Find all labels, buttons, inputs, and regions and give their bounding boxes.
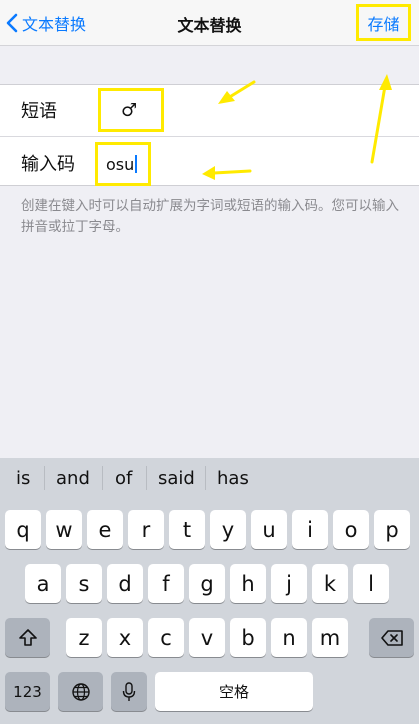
navigation-bar: 文本替换 文本替换 存储 [0, 0, 419, 46]
chevron-left-icon [6, 13, 18, 33]
key-z[interactable]: z [66, 618, 102, 657]
key-t[interactable]: t [169, 510, 205, 549]
key-m[interactable]: m [312, 618, 348, 657]
key-o[interactable]: o [333, 510, 369, 549]
key-k[interactable]: k [312, 564, 348, 603]
key-c[interactable]: c [148, 618, 184, 657]
text-replacement-form: 短语 ♂ 输入码 osu [0, 84, 419, 186]
key-d[interactable]: d [107, 564, 143, 603]
globe-icon [71, 682, 90, 701]
predictive-suggestion-bar: is and of said has [0, 458, 419, 498]
suggestion-item[interactable]: has [217, 468, 249, 489]
globe-key[interactable] [58, 672, 103, 711]
key-u[interactable]: u [251, 510, 287, 549]
shortcut-field[interactable]: osu [95, 142, 151, 186]
microphone-icon [122, 681, 136, 701]
key-g[interactable]: g [189, 564, 225, 603]
key-p[interactable]: p [374, 510, 410, 549]
key-s[interactable]: s [66, 564, 102, 603]
suggestion-divider [44, 466, 45, 490]
key-e[interactable]: e [87, 510, 123, 549]
key-a[interactable]: a [25, 564, 61, 603]
shortcut-label: 输入码 [21, 154, 75, 175]
key-x[interactable]: x [107, 618, 143, 657]
key-f[interactable]: f [148, 564, 184, 603]
key-r[interactable]: r [128, 510, 164, 549]
delete-icon [380, 629, 403, 646]
key-l[interactable]: l [353, 564, 389, 603]
key-v[interactable]: v [189, 618, 225, 657]
key-b[interactable]: b [230, 618, 266, 657]
key-y[interactable]: y [210, 510, 246, 549]
key-i[interactable]: i [292, 510, 328, 549]
phrase-value: ♂ [121, 99, 138, 121]
suggestion-divider [146, 466, 147, 490]
delete-key[interactable] [369, 618, 414, 657]
microphone-key[interactable] [111, 672, 147, 711]
shift-key[interactable] [5, 618, 50, 657]
row-divider [0, 136, 419, 137]
suggestion-divider [102, 466, 103, 490]
suggestion-divider [205, 466, 206, 490]
phrase-label: 短语 [21, 101, 57, 122]
save-button[interactable]: 存储 [356, 4, 411, 41]
suggestion-item[interactable]: of [115, 468, 132, 489]
hint-text: 创建在键入时可以自动扩展为字词或短语的输入码。您可以输入拼音或拉丁字母。 [21, 198, 399, 235]
key-w[interactable]: w [46, 510, 82, 549]
key-h[interactable]: h [230, 564, 266, 603]
text-caret [135, 155, 138, 173]
suggestion-item[interactable]: is [16, 468, 30, 489]
shortcut-value: osu [106, 154, 135, 174]
key-q[interactable]: q [5, 510, 41, 549]
keyboard: q w e r t y u i o p a s d f g h j k l z … [0, 498, 419, 724]
suggestion-item[interactable]: said [158, 468, 195, 489]
shift-icon [18, 628, 37, 646]
space-key[interactable]: 空格 [155, 672, 313, 711]
suggestion-item[interactable]: and [56, 468, 90, 489]
back-button-label: 文本替换 [22, 15, 87, 34]
numbers-key[interactable]: 123 [5, 672, 50, 711]
key-j[interactable]: j [271, 564, 307, 603]
back-button[interactable]: 文本替换 [6, 8, 86, 38]
key-n[interactable]: n [271, 618, 307, 657]
phrase-field[interactable]: ♂ [98, 88, 164, 132]
